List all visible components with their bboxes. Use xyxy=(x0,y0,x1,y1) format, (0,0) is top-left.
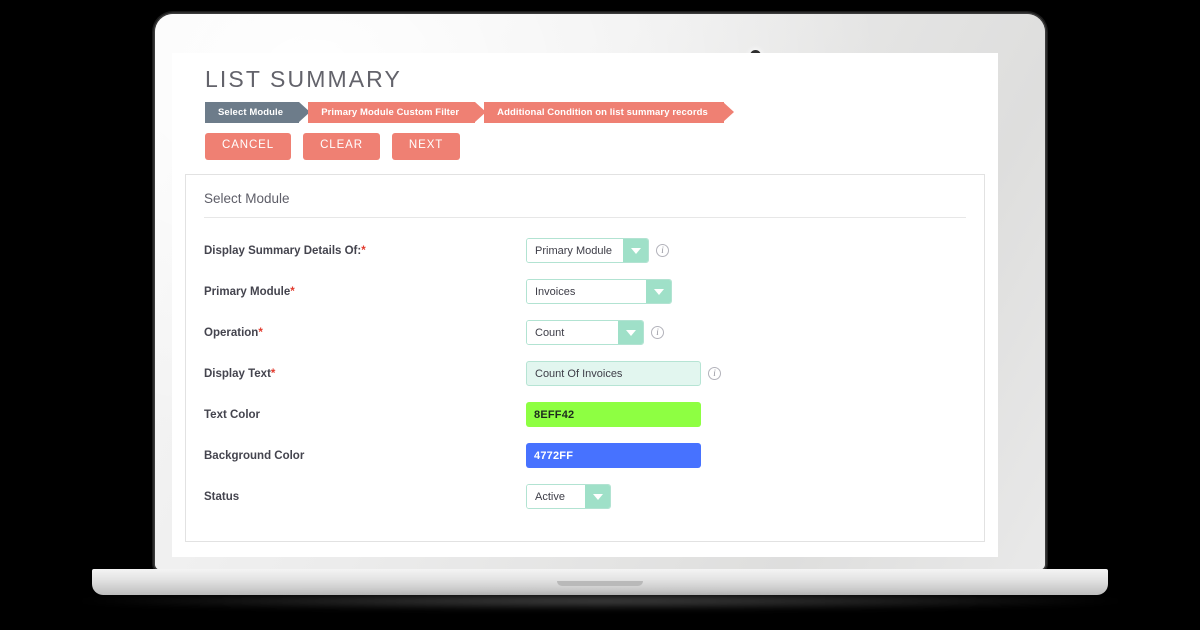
field-label: Display Text* xyxy=(204,368,526,380)
clear-button[interactable]: CLEAR xyxy=(303,133,380,160)
field-control-group: Count i xyxy=(526,320,664,345)
field-label: Operation* xyxy=(204,327,526,339)
field-control-group: 8EFF42 xyxy=(526,402,701,427)
field-label: Primary Module* xyxy=(204,286,526,298)
label-text: Display Summary Details Of: xyxy=(204,244,362,257)
chevron-down-icon[interactable] xyxy=(623,239,648,262)
required-asterisk: * xyxy=(361,244,366,257)
label-text: Background Color xyxy=(204,449,305,462)
background-color-input[interactable]: 4772FF xyxy=(526,443,701,468)
chevron-down-icon[interactable] xyxy=(618,321,643,344)
form-row-primary-module: Primary Module* Invoices xyxy=(204,273,966,311)
required-asterisk: * xyxy=(270,367,276,380)
form-row-operation: Operation* Count i xyxy=(204,314,966,352)
label-text: Text Color xyxy=(204,408,261,421)
status-select[interactable]: Active xyxy=(526,484,611,509)
chevron-down-icon[interactable] xyxy=(646,280,671,303)
field-control-group: Active xyxy=(526,484,611,509)
field-label: Text Color xyxy=(204,409,526,421)
action-button-row: CANCEL CLEAR NEXT xyxy=(205,133,965,160)
wizard-steps: Select Module Primary Module Custom Filt… xyxy=(205,102,965,123)
screenshot-stage: LIST SUMMARY Select Module Primary Modul… xyxy=(0,0,1200,630)
select-value: Invoices xyxy=(527,280,646,303)
form-row-background-color: Background Color 4772FF xyxy=(204,437,966,475)
required-asterisk: * xyxy=(290,285,295,298)
step-label: Additional Condition on list summary rec… xyxy=(497,107,708,118)
field-control-group: Primary Module i xyxy=(526,238,669,263)
label-text: Display Text xyxy=(204,367,271,380)
label-text: Status xyxy=(204,490,240,503)
required-asterisk: * xyxy=(258,326,263,339)
info-icon[interactable]: i xyxy=(651,326,664,339)
form-row-status: Status Active xyxy=(204,478,966,516)
step-label: Primary Module Custom Filter xyxy=(321,107,460,118)
primary-module-select[interactable]: Invoices xyxy=(526,279,672,304)
laptop-shadow xyxy=(78,592,1122,610)
text-color-input[interactable]: 8EFF42 xyxy=(526,402,701,427)
info-icon[interactable]: i xyxy=(708,367,721,380)
operation-select[interactable]: Count xyxy=(526,320,644,345)
panel-form: Display Summary Details Of:* Primary Mod… xyxy=(186,218,984,541)
select-value: Count xyxy=(527,321,618,344)
application-window: LIST SUMMARY Select Module Primary Modul… xyxy=(172,53,998,557)
field-label: Background Color xyxy=(204,450,526,462)
select-value: Primary Module xyxy=(527,239,623,262)
info-icon[interactable]: i xyxy=(656,244,669,257)
chevron-down-icon[interactable] xyxy=(585,485,610,508)
app-header-area: LIST SUMMARY Select Module Primary Modul… xyxy=(172,53,998,160)
field-label: Status xyxy=(204,491,526,503)
field-label: Display Summary Details Of:* xyxy=(204,245,526,257)
next-button[interactable]: NEXT xyxy=(391,133,461,160)
page-title: LIST SUMMARY xyxy=(205,66,402,92)
display-summary-details-of-select[interactable]: Primary Module xyxy=(526,238,649,263)
select-value: Active xyxy=(527,485,585,508)
step-label: Select Module xyxy=(218,107,284,118)
laptop-screen: LIST SUMMARY Select Module Primary Modul… xyxy=(172,53,998,557)
label-text: Primary Module xyxy=(204,285,291,298)
form-row-display-summary-details-of: Display Summary Details Of:* Primary Mod… xyxy=(204,232,966,270)
label-text: Operation xyxy=(204,326,259,339)
field-control-group: 4772FF xyxy=(526,443,701,468)
field-control-group: i xyxy=(526,361,721,386)
panel-heading: Select Module xyxy=(204,190,290,206)
display-text-input[interactable] xyxy=(526,361,701,386)
step-additional-condition[interactable]: Additional Condition on list summary rec… xyxy=(484,102,735,123)
cancel-button[interactable]: CANCEL xyxy=(205,133,292,160)
field-control-group: Invoices xyxy=(526,279,672,304)
form-row-display-text: Display Text* i xyxy=(204,355,966,393)
step-primary-module-custom-filter[interactable]: Primary Module Custom Filter xyxy=(308,102,486,123)
select-module-panel: Select Module Display Summary Details Of… xyxy=(185,173,985,542)
step-select-module[interactable]: Select Module xyxy=(205,102,310,123)
form-row-text-color: Text Color 8EFF42 xyxy=(204,396,966,434)
